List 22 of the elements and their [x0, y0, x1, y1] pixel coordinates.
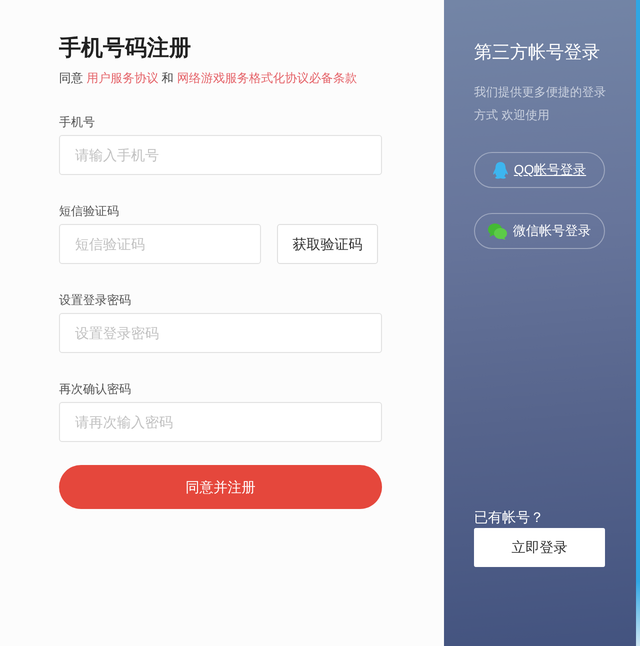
social-login-button[interactable]: 微信帐号登录	[474, 213, 605, 249]
social-login-button[interactable]: QQ帐号登录	[474, 152, 605, 188]
input-field[interactable]: 请再次输入密码	[59, 402, 382, 442]
register-button[interactable]: 同意并注册	[59, 465, 382, 509]
agreement-link[interactable]: 用户服务协议	[86, 71, 158, 85]
panel-title: 第三方帐号登录	[474, 41, 600, 64]
login-prompt: 已有帐号？	[474, 508, 544, 526]
agreement-link[interactable]: 网络游戏服务格式化协议必备条款	[177, 71, 358, 85]
agreement-text: 同意 用户服务协议 和 网络游戏服务格式化协议必备条款	[59, 70, 358, 87]
field-label: 再次确认密码	[59, 381, 131, 398]
field-label: 手机号	[59, 114, 95, 131]
panel-description: 我们提供更多便捷的登录方式 欢迎使用	[474, 84, 607, 124]
penguin-icon	[492, 162, 508, 178]
input-field[interactable]: 请输入手机号	[59, 135, 382, 175]
field-label: 短信验证码	[59, 203, 119, 220]
input-field[interactable]: 短信验证码	[59, 224, 261, 264]
field-label: 设置登录密码	[59, 292, 131, 309]
chat-bubbles-icon	[488, 222, 507, 240]
get-code-button[interactable]: 获取验证码	[277, 224, 378, 264]
login-button[interactable]: 立即登录	[474, 528, 605, 567]
input-field[interactable]: 设置登录密码	[59, 313, 382, 353]
form-title: 手机号码注册	[59, 35, 191, 61]
